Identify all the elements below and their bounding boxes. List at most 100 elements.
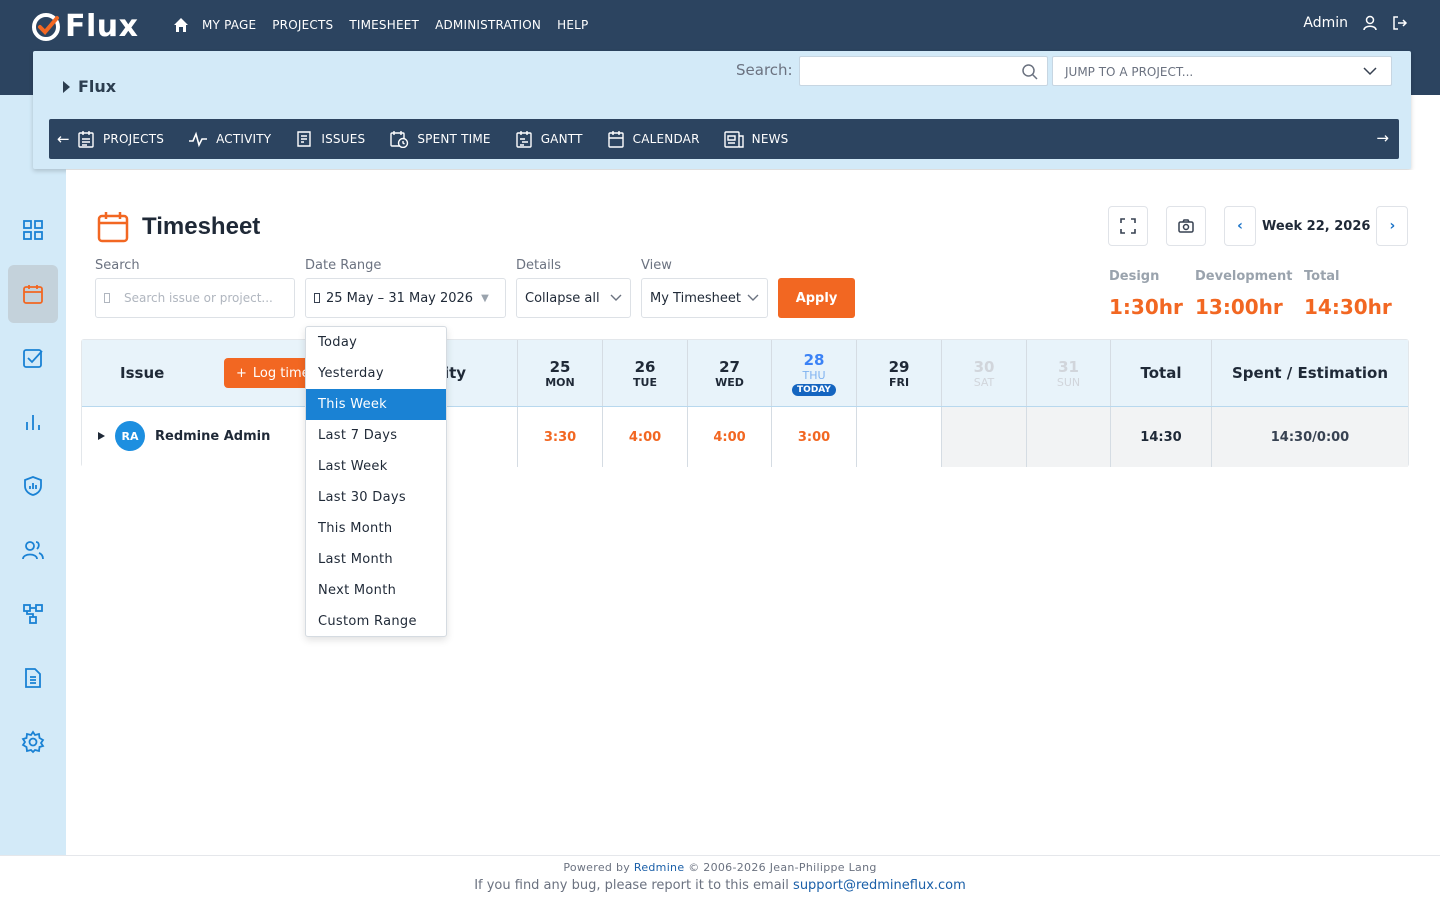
project-title[interactable]: Flux — [63, 77, 116, 96]
fullscreen-button[interactable] — [1108, 206, 1148, 246]
date-option-this-month[interactable]: This Month — [306, 513, 446, 544]
sidebar-workflow[interactable] — [8, 585, 58, 643]
day-name: FRI — [888, 375, 910, 389]
redmine-link[interactable]: Redmine — [634, 861, 685, 874]
cell-sun[interactable] — [1026, 407, 1110, 467]
sidebar-reports[interactable] — [8, 393, 58, 451]
support-email-link[interactable]: support@redmineflux.com — [793, 878, 966, 893]
prev-week-button[interactable]: ‹ — [1224, 206, 1256, 246]
date-option-custom-range[interactable]: Custom Range — [306, 606, 446, 637]
calendar-icon — [607, 131, 624, 148]
cell-tue[interactable]: 4:00 — [602, 407, 687, 467]
user-area: Admin — [1303, 15, 1408, 31]
date-option-last-30-days[interactable]: Last 30 Days — [306, 482, 446, 513]
camera-icon — [1178, 219, 1194, 233]
day-number: 29 — [888, 357, 910, 376]
cell-spent: 14:30/0:00 — [1211, 407, 1408, 467]
date-range-select[interactable]: 25 May – 31 May 2026 ▼ — [305, 278, 506, 318]
details-value: Collapse all — [525, 290, 600, 306]
settings-icon — [21, 730, 45, 754]
stat-design-value: 1:30hr — [1109, 295, 1183, 319]
day-number: 25 — [549, 357, 571, 376]
table-header: Issue + Log time ity 25 MON 26 TUE 27 WE… — [82, 340, 1408, 407]
issue-search-input[interactable]: Search issue or project... — [95, 278, 295, 318]
user-icon[interactable] — [1362, 15, 1378, 31]
next-week-button[interactable]: › — [1376, 206, 1409, 246]
chart-icon — [26, 415, 40, 430]
sidebar-users[interactable] — [8, 521, 58, 579]
menu-scroll-left-icon[interactable]: ← — [57, 130, 77, 148]
today-badge: TODAY — [792, 383, 836, 396]
menu-issues[interactable]: ISSUES — [295, 130, 365, 148]
sidebar-timesheet[interactable] — [8, 265, 58, 323]
details-label: Details — [516, 258, 562, 273]
day-number: 28 — [803, 350, 825, 369]
date-option-last-week[interactable]: Last Week — [306, 451, 446, 482]
cell-thu[interactable]: 3:00 — [771, 407, 856, 467]
day-name: THU — [802, 368, 826, 382]
nav-projects[interactable]: PROJECTS — [272, 18, 333, 32]
search-field-icon — [104, 293, 110, 303]
menu-gantt[interactable]: GANTT — [515, 130, 583, 148]
date-option-today[interactable]: Today — [306, 327, 446, 358]
sidebar-tasks[interactable] — [8, 329, 58, 387]
cell-mon[interactable]: 3:30 — [517, 407, 602, 467]
screenshot-button[interactable] — [1166, 206, 1206, 246]
log-time-button[interactable]: + Log time — [224, 358, 314, 388]
menu-spent-time[interactable]: SPENT TIME — [389, 130, 490, 148]
activity-icon — [189, 131, 208, 148]
user-name[interactable]: Admin — [1303, 15, 1348, 31]
menu-issues-label: ISSUES — [321, 132, 366, 146]
workflow-icon — [23, 604, 43, 624]
sidebar-dashboard[interactable] — [8, 201, 58, 259]
hours-value: 3:30 — [543, 429, 577, 445]
date-option-last-month[interactable]: Last Month — [306, 544, 446, 575]
date-option-last-7-days[interactable]: Last 7 Days — [306, 420, 446, 451]
menu-calendar[interactable]: CALENDAR — [607, 130, 700, 148]
sidebar-settings[interactable] — [8, 713, 58, 771]
row-spent: 14:30/0:00 — [1270, 429, 1350, 445]
menu-activity[interactable]: ACTIVITY — [188, 130, 271, 148]
plus-icon: + — [236, 365, 247, 381]
day-header-mon: 25 MON — [517, 340, 602, 406]
date-option-next-month[interactable]: Next Month — [306, 575, 446, 606]
date-option-this-week[interactable]: This Week — [306, 389, 446, 420]
day-header-fri: 29 FRI — [856, 340, 941, 406]
user-row-label[interactable]: RA Redmine Admin — [98, 421, 270, 451]
menu-projects[interactable]: PROJECTS — [77, 130, 164, 148]
menu-activity-label: ACTIVITY — [216, 132, 272, 146]
nav-my-page[interactable]: MY PAGE — [202, 18, 256, 32]
date-range-value: 25 May – 31 May 2026 — [326, 290, 474, 306]
table-row[interactable]: RA Redmine Admin 3:30 4:00 4:00 3:00 14:… — [82, 407, 1408, 467]
stat-development-label: Development — [1195, 269, 1293, 284]
jump-to-project-select[interactable]: JUMP TO A PROJECT... — [1052, 56, 1392, 86]
logo[interactable]: Flux — [30, 9, 138, 44]
cell-wed[interactable]: 4:00 — [687, 407, 771, 467]
sidebar-documents[interactable] — [8, 649, 58, 707]
checkbox-icon — [23, 349, 43, 368]
day-header-tue: 26 TUE — [602, 340, 687, 406]
sidebar-security[interactable] — [8, 457, 58, 515]
cell-sat[interactable] — [941, 407, 1026, 467]
avatar: RA — [115, 421, 145, 451]
project-search-input[interactable] — [799, 56, 1048, 86]
cell-fri[interactable] — [856, 407, 941, 467]
fullscreen-icon — [1120, 218, 1136, 234]
apply-button[interactable]: Apply — [778, 278, 855, 318]
stat-total-label: Total — [1304, 269, 1340, 284]
date-option-yesterday[interactable]: Yesterday — [306, 358, 446, 389]
expand-row-icon[interactable] — [98, 432, 105, 440]
day-number: 31 — [1058, 357, 1079, 376]
day-name: WED — [715, 375, 744, 389]
nav-administration[interactable]: ADMINISTRATION — [435, 18, 541, 32]
home-icon[interactable] — [172, 16, 190, 34]
view-select[interactable]: My Timesheet — [641, 278, 768, 318]
menu-scroll-right-icon[interactable]: → — [1376, 129, 1389, 147]
logout-icon[interactable] — [1392, 15, 1408, 31]
menu-news[interactable]: NEWS — [723, 130, 789, 148]
menu-calendar-label: CALENDAR — [632, 132, 700, 146]
nav-timesheet[interactable]: TIMESHEET — [349, 18, 419, 32]
details-select[interactable]: Collapse all — [516, 278, 631, 318]
nav-help[interactable]: HELP — [557, 18, 588, 32]
page-title: Timesheet — [142, 213, 261, 240]
